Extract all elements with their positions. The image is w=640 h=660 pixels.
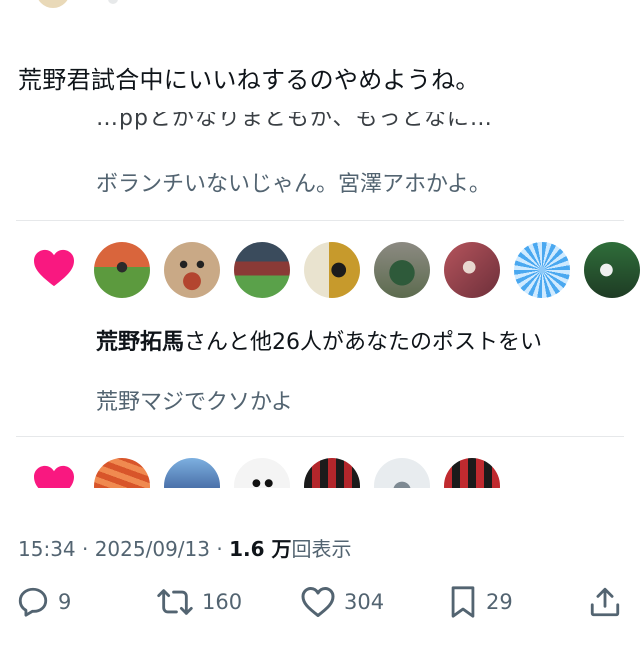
avatar[interactable] (94, 458, 150, 488)
bookmark-icon (451, 586, 475, 618)
liker-name[interactable]: 荒野拓馬 (96, 330, 184, 355)
embedded-screenshot: …ppとかなりまともか、もっとなに… ボランチいないじゃん。宮澤アホかよ。 荒野… (0, 112, 640, 488)
cut-off-text: …ppとかなりまともか、もっとなに… (96, 112, 493, 131)
liker-avatars (94, 242, 640, 298)
divider (16, 436, 624, 437)
bookmark-count: 29 (486, 590, 513, 614)
heart-icon (34, 465, 74, 488)
avatar[interactable] (164, 242, 220, 298)
avatar[interactable] (584, 242, 640, 298)
liker-avatars (94, 458, 500, 488)
avatar[interactable] (444, 458, 500, 488)
avatar[interactable] (304, 242, 360, 298)
views-count: 1.6 万 (229, 537, 292, 561)
top-indicator (108, 0, 118, 4)
reply-button[interactable]: 9 (16, 578, 71, 626)
liked-post-text: 荒野マジでクソかよ (96, 390, 293, 415)
repost-count: 160 (202, 590, 243, 614)
like-count: 304 (344, 590, 385, 614)
bookmark-button[interactable]: 29 (448, 578, 513, 626)
reply-count: 9 (58, 590, 72, 614)
heart-outline-icon (301, 587, 335, 617)
avatar[interactable] (234, 242, 290, 298)
repost-icon (157, 589, 193, 615)
divider (16, 220, 624, 221)
heart-icon (34, 249, 74, 287)
share-button[interactable] (588, 578, 622, 626)
avatar[interactable] (514, 242, 570, 298)
avatar[interactable] (234, 458, 290, 488)
author-avatar[interactable] (36, 0, 70, 8)
avatar[interactable] (94, 242, 150, 298)
share-icon (590, 587, 620, 617)
avatar[interactable] (304, 458, 360, 488)
avatar[interactable] (444, 242, 500, 298)
views-label: 回表示 (291, 537, 352, 561)
reply-text: ボランチいないじゃん。宮澤アホかよ。 (96, 172, 491, 197)
like-notification: 荒野拓馬さんと他26人があなたのポストをい (96, 330, 543, 355)
avatar[interactable] (164, 458, 220, 488)
tweet-text: 荒野君試合中にいいねするのやめようね。 (18, 66, 480, 94)
timestamp[interactable]: 15:34 · 2025/09/13 · (18, 537, 229, 561)
reply-icon (18, 587, 48, 617)
action-bar: 9 160 304 29 (0, 578, 640, 626)
avatar[interactable] (374, 458, 430, 488)
tweet-meta: 15:34 · 2025/09/13 · 1.6 万回表示 (18, 533, 351, 562)
avatar[interactable] (374, 242, 430, 298)
like-button[interactable]: 304 (300, 578, 384, 626)
repost-button[interactable]: 160 (156, 578, 242, 626)
